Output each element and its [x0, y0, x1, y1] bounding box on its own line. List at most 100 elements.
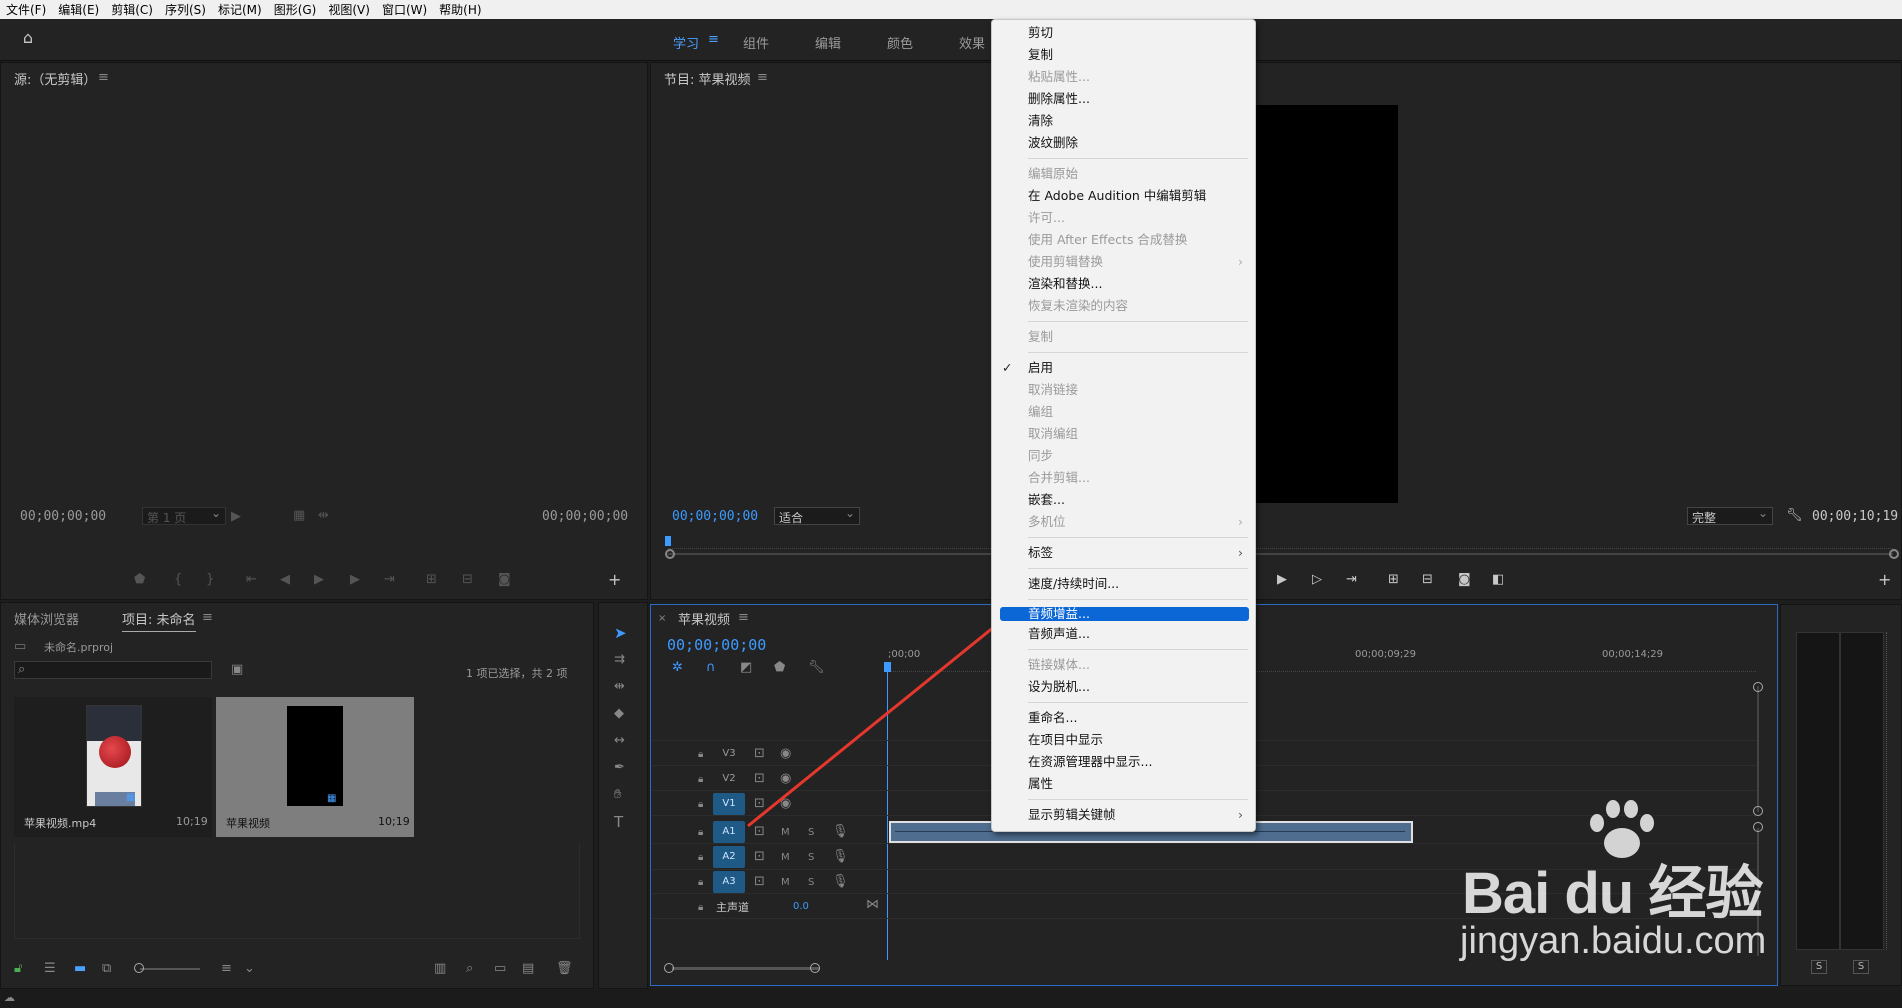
source-goto-in-icon[interactable]: ⇤: [246, 573, 257, 587]
cloud-sync-icon[interactable]: ☁︎: [4, 991, 15, 1005]
linked-selection-icon[interactable]: ◩: [740, 661, 752, 675]
mute-button[interactable]: M: [781, 826, 790, 840]
menu-item-render-and-replace[interactable]: 渲染和替换...: [992, 274, 1257, 294]
automate-icon[interactable]: ▥: [434, 962, 446, 976]
lock-track-icon[interactable]: 🔒︎: [698, 876, 703, 890]
menu-item-cut[interactable]: 剪切: [992, 23, 1257, 43]
master-track-volume[interactable]: 0.0: [793, 901, 809, 912]
lock-track-icon[interactable]: 🔒︎: [698, 748, 703, 762]
menu-view[interactable]: 视图(V): [322, 1, 376, 18]
snap-icon[interactable]: ∩: [706, 661, 716, 675]
menu-item-properties[interactable]: 属性: [992, 774, 1257, 794]
solo-button[interactable]: S: [808, 826, 814, 840]
voiceover-mic-icon[interactable]: 🎙︎: [832, 875, 849, 889]
menu-item-replace-with-ae[interactable]: 使用 After Effects 合成替换: [992, 230, 1257, 250]
program-compare-icon[interactable]: ◧: [1492, 573, 1504, 587]
track-a2-label[interactable]: A2: [713, 846, 745, 868]
timeline-vertical-scroll[interactable]: [1757, 686, 1759, 812]
workspace-learn[interactable]: 学习: [673, 33, 699, 52]
source-step-forward-icon[interactable]: ▶: [350, 573, 360, 587]
source-play-icon[interactable]: ▶: [314, 573, 324, 587]
source-insert-icon[interactable]: ⊞: [426, 573, 437, 587]
new-item-icon[interactable]: ▤: [522, 962, 534, 976]
program-zoom-handle-left[interactable]: [665, 549, 675, 559]
sync-lock-icon[interactable]: ⊡: [754, 825, 765, 839]
type-tool-icon[interactable]: T: [614, 815, 623, 830]
menu-item-ripple-delete[interactable]: 波纹删除: [992, 133, 1257, 153]
program-goto-out-icon[interactable]: ⇥: [1346, 573, 1357, 587]
sync-lock-icon[interactable]: ⊡: [754, 772, 765, 786]
menu-item-license[interactable]: 许可...: [992, 208, 1257, 228]
add-marker-icon[interactable]: ⬟: [774, 661, 785, 675]
source-monitor-title[interactable]: 源:（无剪辑）: [14, 69, 96, 88]
menu-item-paste-attributes[interactable]: 粘贴属性...: [992, 67, 1257, 87]
timeline-playhead-handle[interactable]: [884, 662, 891, 672]
program-playhead[interactable]: [665, 536, 671, 546]
sync-lock-icon[interactable]: ⊡: [754, 875, 765, 889]
program-lift-icon[interactable]: ⊞: [1388, 573, 1399, 587]
menu-markers[interactable]: 标记(M): [212, 1, 268, 18]
new-bin-from-search-icon[interactable]: ▣: [231, 663, 243, 677]
timeline-menu-icon[interactable]: ≡: [738, 611, 749, 625]
menu-item-rename[interactable]: 重命名...: [992, 708, 1257, 728]
slip-tool-icon[interactable]: ↔: [614, 734, 625, 748]
ripple-edit-tool-icon[interactable]: ⇹: [614, 680, 625, 694]
program-timecode[interactable]: 00;00;00;00: [672, 509, 758, 524]
meter-solo-left[interactable]: S: [1811, 960, 1827, 974]
program-extract-icon[interactable]: ⊟: [1422, 573, 1433, 587]
menu-item-replace-with-clip[interactable]: 使用剪辑替换 ›: [992, 252, 1257, 272]
voiceover-mic-icon[interactable]: 🎙︎: [832, 825, 849, 839]
timeline-vertical-handle[interactable]: [1753, 682, 1763, 692]
track-a3-label[interactable]: A3: [713, 871, 745, 893]
menu-graphics[interactable]: 图形(G): [268, 1, 323, 18]
menu-item-speed-duration[interactable]: 速度/持续时间...: [992, 574, 1257, 594]
sync-lock-icon[interactable]: ⊡: [754, 797, 765, 811]
source-step-back-icon[interactable]: ◀: [280, 573, 290, 587]
program-zoom-handle-right[interactable]: [1889, 549, 1899, 559]
eye-icon[interactable]: ◉: [780, 797, 791, 811]
source-mark-out-icon[interactable]: }: [206, 573, 214, 587]
menu-item-clear[interactable]: 清除: [992, 111, 1257, 131]
home-icon[interactable]: ⌂: [18, 30, 38, 47]
source-timecode-in[interactable]: 00;00;00;00: [20, 509, 106, 524]
menu-item-audio-channels[interactable]: 音频声道...: [992, 624, 1257, 644]
lock-track-icon[interactable]: 🔒︎: [698, 773, 703, 787]
sync-lock-icon[interactable]: ⊡: [754, 850, 765, 864]
solo-button[interactable]: S: [808, 851, 814, 865]
menu-item-synchronize[interactable]: 同步: [992, 446, 1257, 466]
go-to-end-icon[interactable]: ⋈: [866, 898, 879, 912]
workspace-effects[interactable]: 效果: [959, 33, 985, 52]
timeline-settings-icon[interactable]: 🔧︎: [808, 661, 825, 675]
program-step-forward-icon[interactable]: ▷: [1312, 573, 1322, 587]
lock-track-icon[interactable]: 🔒︎: [698, 901, 703, 915]
menu-help[interactable]: 帮助(H): [433, 1, 487, 18]
trash-icon[interactable]: 🗑︎: [556, 962, 573, 976]
menu-item-group[interactable]: 编组: [992, 402, 1257, 422]
menu-item-make-offline[interactable]: 设为脱机...: [992, 677, 1257, 697]
selection-tool-icon[interactable]: ➤: [614, 626, 627, 641]
timeline-vertical-handle[interactable]: [1753, 822, 1763, 832]
menu-item-copy[interactable]: 复制: [992, 45, 1257, 65]
timeline-vertical-handle[interactable]: [1753, 806, 1763, 816]
track-select-tool-icon[interactable]: ⇉: [614, 653, 625, 667]
menu-sequence[interactable]: 序列(S): [159, 1, 212, 18]
track-v1-label[interactable]: V1: [713, 793, 745, 815]
track-v2-label[interactable]: V2: [713, 768, 745, 790]
menu-item-audio-gain[interactable]: 音频增益...: [1000, 607, 1249, 621]
source-panel-menu-icon[interactable]: ≡: [98, 71, 109, 85]
lock-track-icon[interactable]: 🔒︎: [698, 798, 703, 812]
pen-tool-icon[interactable]: ✒: [614, 761, 625, 775]
lock-track-icon[interactable]: 🔒︎: [698, 851, 703, 865]
eye-icon[interactable]: ◉: [780, 772, 791, 786]
freeform-view-icon[interactable]: ⧉: [102, 962, 111, 976]
tab-media-browser[interactable]: 媒体浏览器: [14, 609, 79, 628]
voiceover-mic-icon[interactable]: 🎙︎: [832, 850, 849, 864]
sort-chevron-icon[interactable]: ⌄: [244, 962, 255, 976]
source-export-frame-icon[interactable]: ◙: [498, 573, 511, 587]
menu-item-edit-in-audition[interactable]: 在 Adobe Audition 中编辑剪辑: [992, 186, 1257, 206]
new-bin-icon[interactable]: ▭: [494, 962, 506, 976]
sync-lock-icon[interactable]: ⊡: [754, 747, 765, 761]
project-search-input[interactable]: [14, 661, 212, 679]
timeline-horizontal-handle-right[interactable]: [810, 963, 820, 973]
menu-item-merge-clips[interactable]: 合并剪辑...: [992, 468, 1257, 488]
